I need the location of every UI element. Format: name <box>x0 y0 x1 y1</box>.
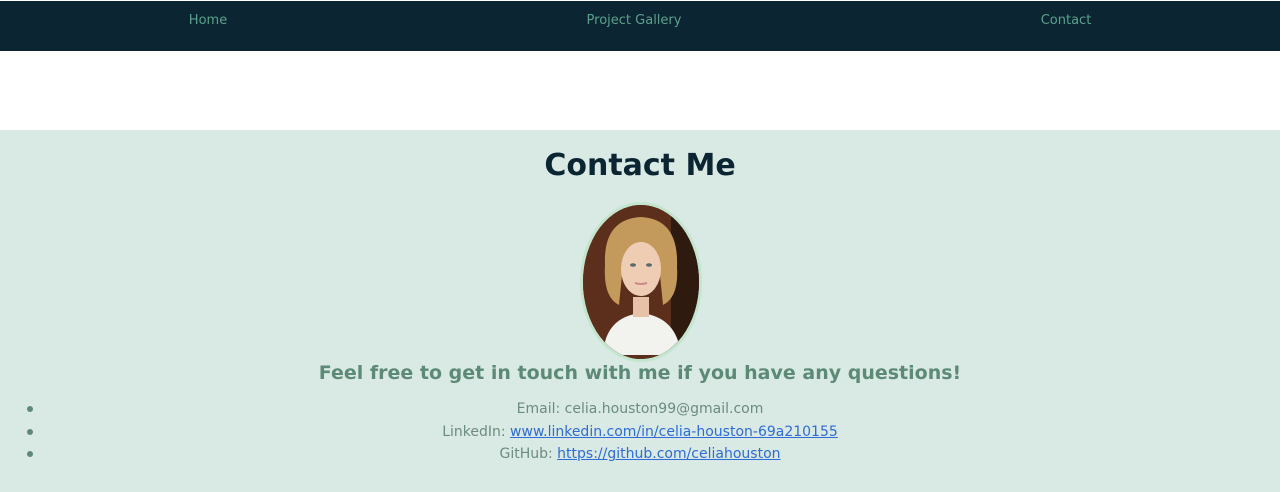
email-label: Email: <box>516 401 565 417</box>
contact-item-github: GitHub: https://github.com/celiahouston <box>0 443 1280 466</box>
contact-subtitle: Feel free to get in touch with me if you… <box>318 362 962 384</box>
contact-item-email: Email: celia.houston99@gmail.com <box>0 398 1280 421</box>
list-bullet <box>27 451 33 458</box>
linkedin-label: LinkedIn: <box>442 423 511 440</box>
nav-link-project-gallery[interactable]: Project Gallery <box>587 13 682 28</box>
github-link[interactable]: https://github.com/celiahouston <box>557 446 780 462</box>
photo-neck <box>633 297 649 317</box>
profile-photo-illustration <box>583 205 699 359</box>
contact-section: Contact Me Feel free to get in touch wit… <box>0 130 1280 492</box>
contact-list: Email: celia.houston99@gmail.com LinkedI… <box>0 398 1280 466</box>
nav-link-contact[interactable]: Contact <box>1041 13 1092 28</box>
photo-mouth <box>634 282 648 285</box>
linkedin-link[interactable]: www.linkedin.com/in/celia-houston-69a210… <box>510 424 838 440</box>
page-title: Contact Me <box>544 148 736 183</box>
list-bullet <box>27 428 33 435</box>
list-bullet <box>27 406 33 412</box>
email-value: celia.houston99@gmail.com <box>564 401 764 417</box>
profile-photo <box>580 202 702 362</box>
top-navbar: Home Project Gallery Contact <box>0 1 1280 51</box>
contact-item-linkedin: LinkedIn: www.linkedin.com/in/celia-hous… <box>0 421 1280 444</box>
github-label: GitHub: <box>499 446 558 463</box>
nav-link-home[interactable]: Home <box>189 13 227 28</box>
photo-face <box>621 242 661 296</box>
photo-left-eye <box>630 263 636 267</box>
photo-right-eye <box>646 263 652 267</box>
